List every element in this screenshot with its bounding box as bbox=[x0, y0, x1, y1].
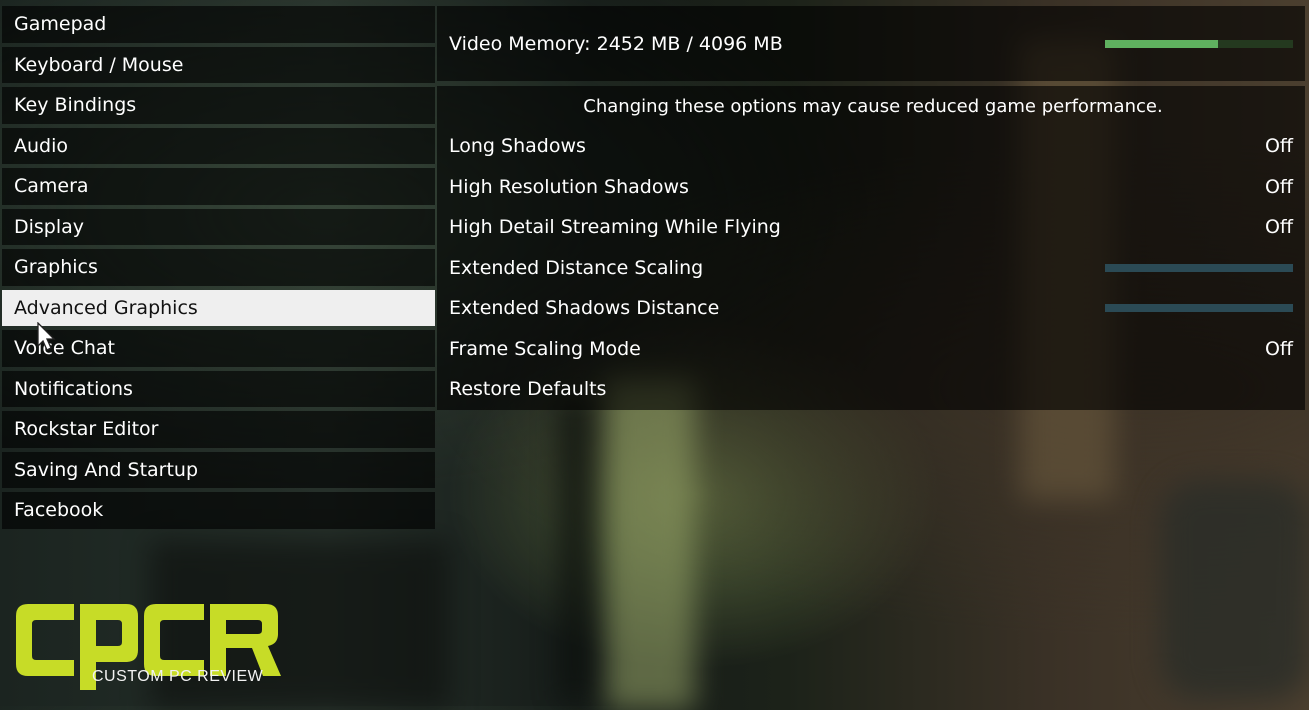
option-high-resolution-shadows[interactable]: High Resolution Shadows Off bbox=[437, 167, 1305, 208]
advanced-graphics-panel: Video Memory: 2452 MB / 4096 MB Changing… bbox=[437, 6, 1305, 410]
menu-item-rockstar-editor[interactable]: Rockstar Editor bbox=[2, 411, 435, 448]
option-label: Extended Shadows Distance bbox=[449, 297, 720, 320]
menu-item-advanced-graphics[interactable]: Advanced Graphics bbox=[2, 289, 435, 326]
option-label: High Detail Streaming While Flying bbox=[449, 216, 781, 239]
option-value: Off bbox=[1264, 135, 1293, 158]
option-label: Long Shadows bbox=[449, 135, 586, 158]
background-blur bbox=[605, 380, 695, 710]
menu-item-facebook[interactable]: Facebook bbox=[2, 492, 435, 529]
video-memory-fill bbox=[1105, 39, 1218, 48]
logo-subtitle: CUSTOM PC REVIEW bbox=[92, 668, 264, 685]
menu-item-key-bindings[interactable]: Key Bindings bbox=[2, 87, 435, 124]
option-label: Extended Distance Scaling bbox=[449, 256, 704, 279]
shadows-distance-slider[interactable] bbox=[1105, 304, 1293, 313]
menu-item-saving-and-startup[interactable]: Saving And Startup bbox=[2, 451, 435, 488]
option-label: Restore Defaults bbox=[449, 378, 607, 401]
distance-scaling-slider[interactable] bbox=[1105, 263, 1293, 272]
options-list: Changing these options may cause reduced… bbox=[437, 86, 1305, 410]
option-high-detail-streaming[interactable]: High Detail Streaming While Flying Off bbox=[437, 207, 1305, 248]
menu-item-notifications[interactable]: Notifications bbox=[2, 370, 435, 407]
menu-item-camera[interactable]: Camera bbox=[2, 168, 435, 205]
option-label: Frame Scaling Mode bbox=[449, 337, 641, 360]
restore-defaults-button[interactable]: Restore Defaults bbox=[437, 369, 1305, 410]
menu-item-audio[interactable]: Audio bbox=[2, 127, 435, 164]
menu-item-display[interactable]: Display bbox=[2, 208, 435, 245]
menu-item-gamepad[interactable]: Gamepad bbox=[2, 6, 435, 43]
menu-item-graphics[interactable]: Graphics bbox=[2, 249, 435, 286]
option-long-shadows[interactable]: Long Shadows Off bbox=[437, 126, 1305, 167]
option-value: Off bbox=[1264, 216, 1293, 239]
video-memory-bar bbox=[1105, 39, 1293, 48]
option-value: Off bbox=[1264, 175, 1293, 198]
performance-warning: Changing these options may cause reduced… bbox=[583, 95, 1163, 117]
settings-category-menu: Gamepad Keyboard / Mouse Key Bindings Au… bbox=[2, 6, 435, 533]
video-memory-row: Video Memory: 2452 MB / 4096 MB bbox=[437, 6, 1305, 81]
option-label: High Resolution Shadows bbox=[449, 175, 689, 198]
menu-item-voice-chat[interactable]: Voice Chat bbox=[2, 330, 435, 367]
option-frame-scaling-mode[interactable]: Frame Scaling Mode Off bbox=[437, 329, 1305, 370]
option-value: Off bbox=[1264, 337, 1293, 360]
option-extended-shadows-distance[interactable]: Extended Shadows Distance bbox=[437, 288, 1305, 329]
option-extended-distance-scaling[interactable]: Extended Distance Scaling bbox=[437, 248, 1305, 289]
menu-item-keyboard-mouse[interactable]: Keyboard / Mouse bbox=[2, 46, 435, 83]
mouse-pointer-icon bbox=[37, 322, 56, 351]
background-blur bbox=[1160, 480, 1309, 700]
background-blur bbox=[560, 400, 590, 700]
video-memory-label: Video Memory: 2452 MB / 4096 MB bbox=[449, 32, 783, 55]
